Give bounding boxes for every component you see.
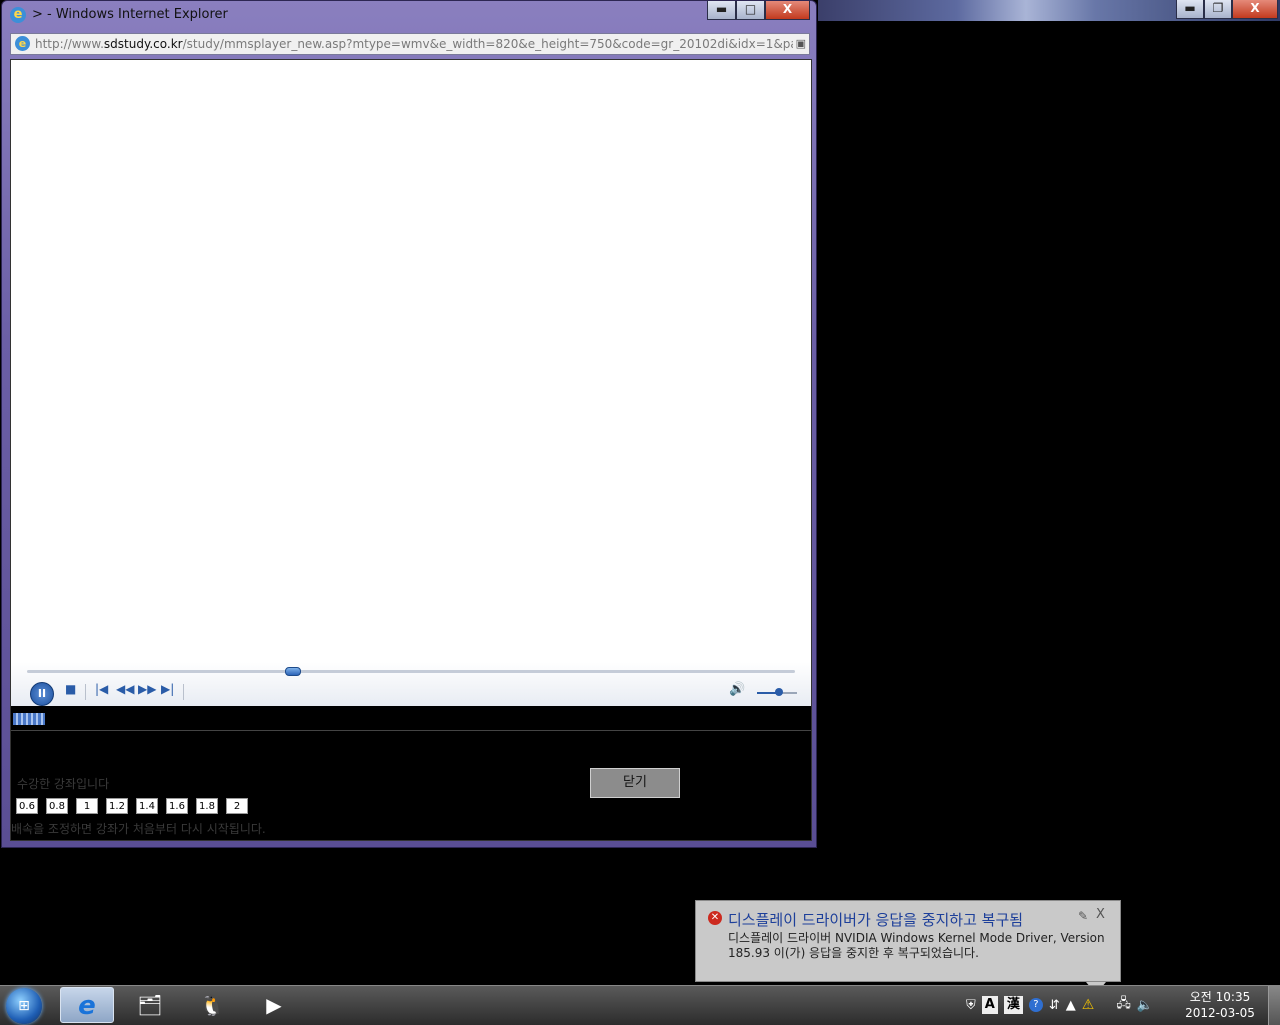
notification-body: 디스플레이 드라이버 NVIDIA Windows Kernel Mode Dr…	[728, 931, 1105, 960]
close-window-button[interactable]: X	[765, 1, 810, 20]
pin-icon[interactable]: ✎	[1078, 909, 1088, 923]
clock[interactable]: 오전 10:35 2012-03-05	[1180, 989, 1260, 1021]
ie-icon: e	[10, 7, 26, 23]
warning-icon[interactable]: ⚠	[1082, 997, 1095, 1013]
address-url[interactable]: http://www.sdstudy.co.kr/study/mmsplayer…	[35, 37, 793, 51]
minimize-button[interactable]: ▬	[707, 1, 736, 20]
course-status-text: 수강한 강좌입니다	[17, 777, 110, 791]
background-minimize-button[interactable]: ▬	[1176, 0, 1204, 19]
page-content: II ■ |◀ ◀◀ ▶▶ ▶| 🔊 수강한 강좌입니다 닫기 0.6 0.8 1 1…	[10, 59, 812, 841]
penguin-icon: 🐧	[199, 993, 225, 1017]
folder-icon: 🗂	[137, 993, 163, 1017]
network-icon[interactable]: 🖧	[1116, 994, 1131, 1016]
ie-titlebar[interactable]: e > - Windows Internet Explorer ▬ □ X	[2, 1, 816, 29]
show-hidden-icons[interactable]: ▲	[1066, 998, 1076, 1013]
taskbar-live-player[interactable]: ▶	[247, 987, 301, 1023]
speed-button[interactable]: 1.6	[166, 798, 188, 814]
security-icon[interactable]: ⛨	[966, 998, 976, 1013]
ime-mode-icon[interactable]: A	[981, 996, 998, 1014]
taskbar-internet-explorer[interactable]: e	[60, 987, 114, 1023]
maximize-button[interactable]: □	[736, 1, 765, 20]
window-title: > - Windows Internet Explorer	[32, 7, 228, 22]
speed-button[interactable]: 0.8	[46, 798, 68, 814]
taskbar-file-explorer[interactable]: 🗂	[123, 987, 177, 1023]
volume-slider[interactable]	[757, 688, 797, 696]
url-path: /study/mmsplayer_new.asp?mtype=wmv&e_wid…	[182, 37, 793, 51]
seek-thumb[interactable]	[284, 667, 301, 676]
taskbar-messenger[interactable]: 🐧	[185, 987, 239, 1023]
live-player-icon: ▶	[266, 993, 282, 1017]
control-separator	[183, 684, 184, 700]
url-domain: sdstudy.co.kr	[103, 37, 183, 51]
background-restore-button[interactable]: ❐	[1204, 0, 1232, 19]
buffer-progress	[13, 713, 45, 725]
speed-button[interactable]: 1.2	[106, 798, 128, 814]
ie-icon: e	[78, 991, 96, 1021]
video-area[interactable]	[11, 60, 811, 662]
volume-icon[interactable]: 🔊	[729, 682, 745, 697]
next-button[interactable]: ▶|	[161, 682, 174, 696]
seek-bar[interactable]	[27, 667, 795, 676]
volume-thumb[interactable]	[775, 688, 783, 696]
show-desktop-button[interactable]	[1268, 986, 1280, 1025]
speed-selector: 0.6 0.8 1 1.2 1.4 1.6 1.8 2	[16, 798, 248, 814]
speed-button[interactable]: 0.6	[16, 798, 38, 814]
rewind-button[interactable]: ◀◀	[116, 682, 134, 696]
notification-title: 디스플레이 드라이버가 응답을 중지하고 복구됨	[728, 911, 1024, 929]
clock-time: 오전 10:35	[1189, 990, 1251, 1004]
ie-page-icon: e	[15, 36, 30, 51]
speed-button[interactable]: 2	[226, 798, 248, 814]
background-close-button[interactable]: X	[1232, 0, 1278, 19]
speed-button[interactable]: 1.4	[136, 798, 158, 814]
close-lecture-button[interactable]: 닫기	[590, 768, 680, 798]
help-icon[interactable]: ?	[1028, 998, 1043, 1012]
background-window-controls: ▬ ❐ X	[1176, 0, 1278, 19]
taskbar: ⊞ e 🗂 🐧 ▶ ⛨ A 漢 ? ⇵ ▲ ⚠ 🖧 🔈 오전 10:35 201…	[0, 985, 1280, 1025]
previous-button[interactable]: |◀	[95, 682, 108, 696]
error-icon: ✕	[708, 911, 722, 925]
ie-window: e > - Windows Internet Explorer ▬ □ X e …	[1, 0, 817, 848]
buffer-status-row	[11, 708, 811, 731]
background-window-titlebar: ▬ ❐ X	[818, 0, 1280, 21]
speed-button[interactable]: 1	[76, 798, 98, 814]
start-button[interactable]: ⊞	[6, 988, 42, 1024]
page-lock-icon: ▣	[795, 37, 806, 50]
notification-close-button[interactable]: X	[1096, 907, 1105, 922]
address-bar[interactable]: e http://www.sdstudy.co.kr/study/mmsplay…	[10, 33, 810, 55]
fast-forward-button[interactable]: ▶▶	[138, 682, 156, 696]
stop-button[interactable]: ■	[65, 682, 76, 696]
clock-date: 2012-03-05	[1185, 1006, 1255, 1020]
ime-options-icon[interactable]: ⇵	[1049, 998, 1060, 1013]
ime-hanja-icon[interactable]: 漢	[1003, 996, 1023, 1014]
control-separator	[85, 684, 86, 700]
notification-balloon[interactable]: ✕ 디스플레이 드라이버가 응답을 중지하고 복구됨 ✎ X 디스플레이 드라이…	[695, 900, 1121, 982]
speed-button[interactable]: 1.8	[196, 798, 218, 814]
player-control-bar: II ■ |◀ ◀◀ ▶▶ ▶| 🔊	[11, 662, 811, 706]
speed-note: 배속을 조정하면 강좌가 처음부터 다시 시작됩니다.	[11, 822, 266, 836]
url-prefix: http://www.	[35, 37, 104, 51]
speaker-icon[interactable]: 🔈	[1137, 998, 1153, 1013]
system-tray: ⛨ A 漢 ? ⇵ ▲ ⚠ 🖧 🔈	[966, 992, 1153, 1018]
pause-button[interactable]: II	[30, 682, 54, 706]
window-controls: ▬ □ X	[707, 1, 810, 20]
